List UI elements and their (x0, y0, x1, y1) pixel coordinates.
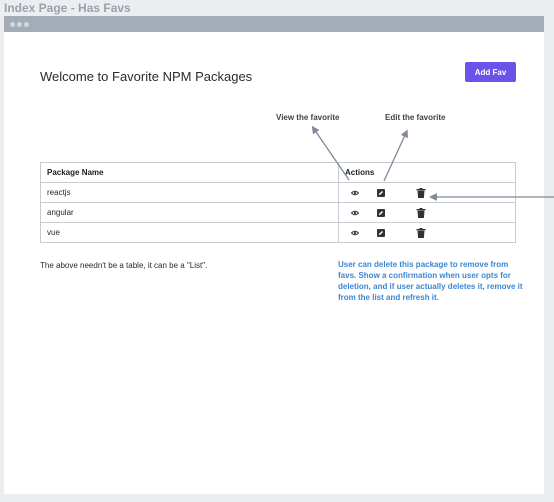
header-package-name: Package Name (40, 162, 339, 183)
actions-cell (338, 222, 516, 243)
edit-icon[interactable] (377, 188, 385, 197)
table-header-row: Package Name Actions (40, 162, 516, 183)
eye-icon[interactable] (350, 210, 360, 216)
table-row: angular (40, 202, 516, 223)
table-row: vue (40, 222, 516, 243)
edit-annotation: Edit the favorite (385, 113, 446, 122)
trash-icon[interactable] (416, 207, 426, 218)
window-dot-icon (10, 22, 15, 27)
eye-icon[interactable] (350, 190, 360, 196)
actions-cell (338, 202, 516, 223)
page-title: Welcome to Favorite NPM Packages (40, 69, 253, 84)
edit-icon[interactable] (377, 208, 385, 217)
add-fav-button[interactable]: Add Fav (465, 62, 516, 82)
window-dot-icon (24, 22, 29, 27)
header-actions: Actions (338, 162, 516, 183)
package-name: reactjs (40, 182, 339, 203)
packages-table: Package Name Actions reactjs angular vue (40, 162, 516, 243)
frame-title: Index Page - Has Favs (4, 1, 131, 15)
list-note: The above needn't be a table, it can be … (40, 261, 208, 270)
package-name: angular (40, 202, 339, 223)
trash-icon[interactable] (416, 187, 426, 198)
window-dot-icon (17, 22, 22, 27)
actions-cell (338, 182, 516, 203)
view-annotation: View the favorite (276, 113, 340, 122)
table-row: reactjs (40, 182, 516, 203)
browser-window: Welcome to Favorite NPM Packages Add Fav… (4, 16, 544, 494)
eye-icon[interactable] (350, 230, 360, 236)
browser-title-bar (4, 16, 544, 32)
trash-icon[interactable] (416, 227, 426, 238)
package-name: vue (40, 222, 339, 243)
delete-note: User can delete this package to remove f… (338, 260, 523, 302)
edit-icon[interactable] (377, 228, 385, 237)
